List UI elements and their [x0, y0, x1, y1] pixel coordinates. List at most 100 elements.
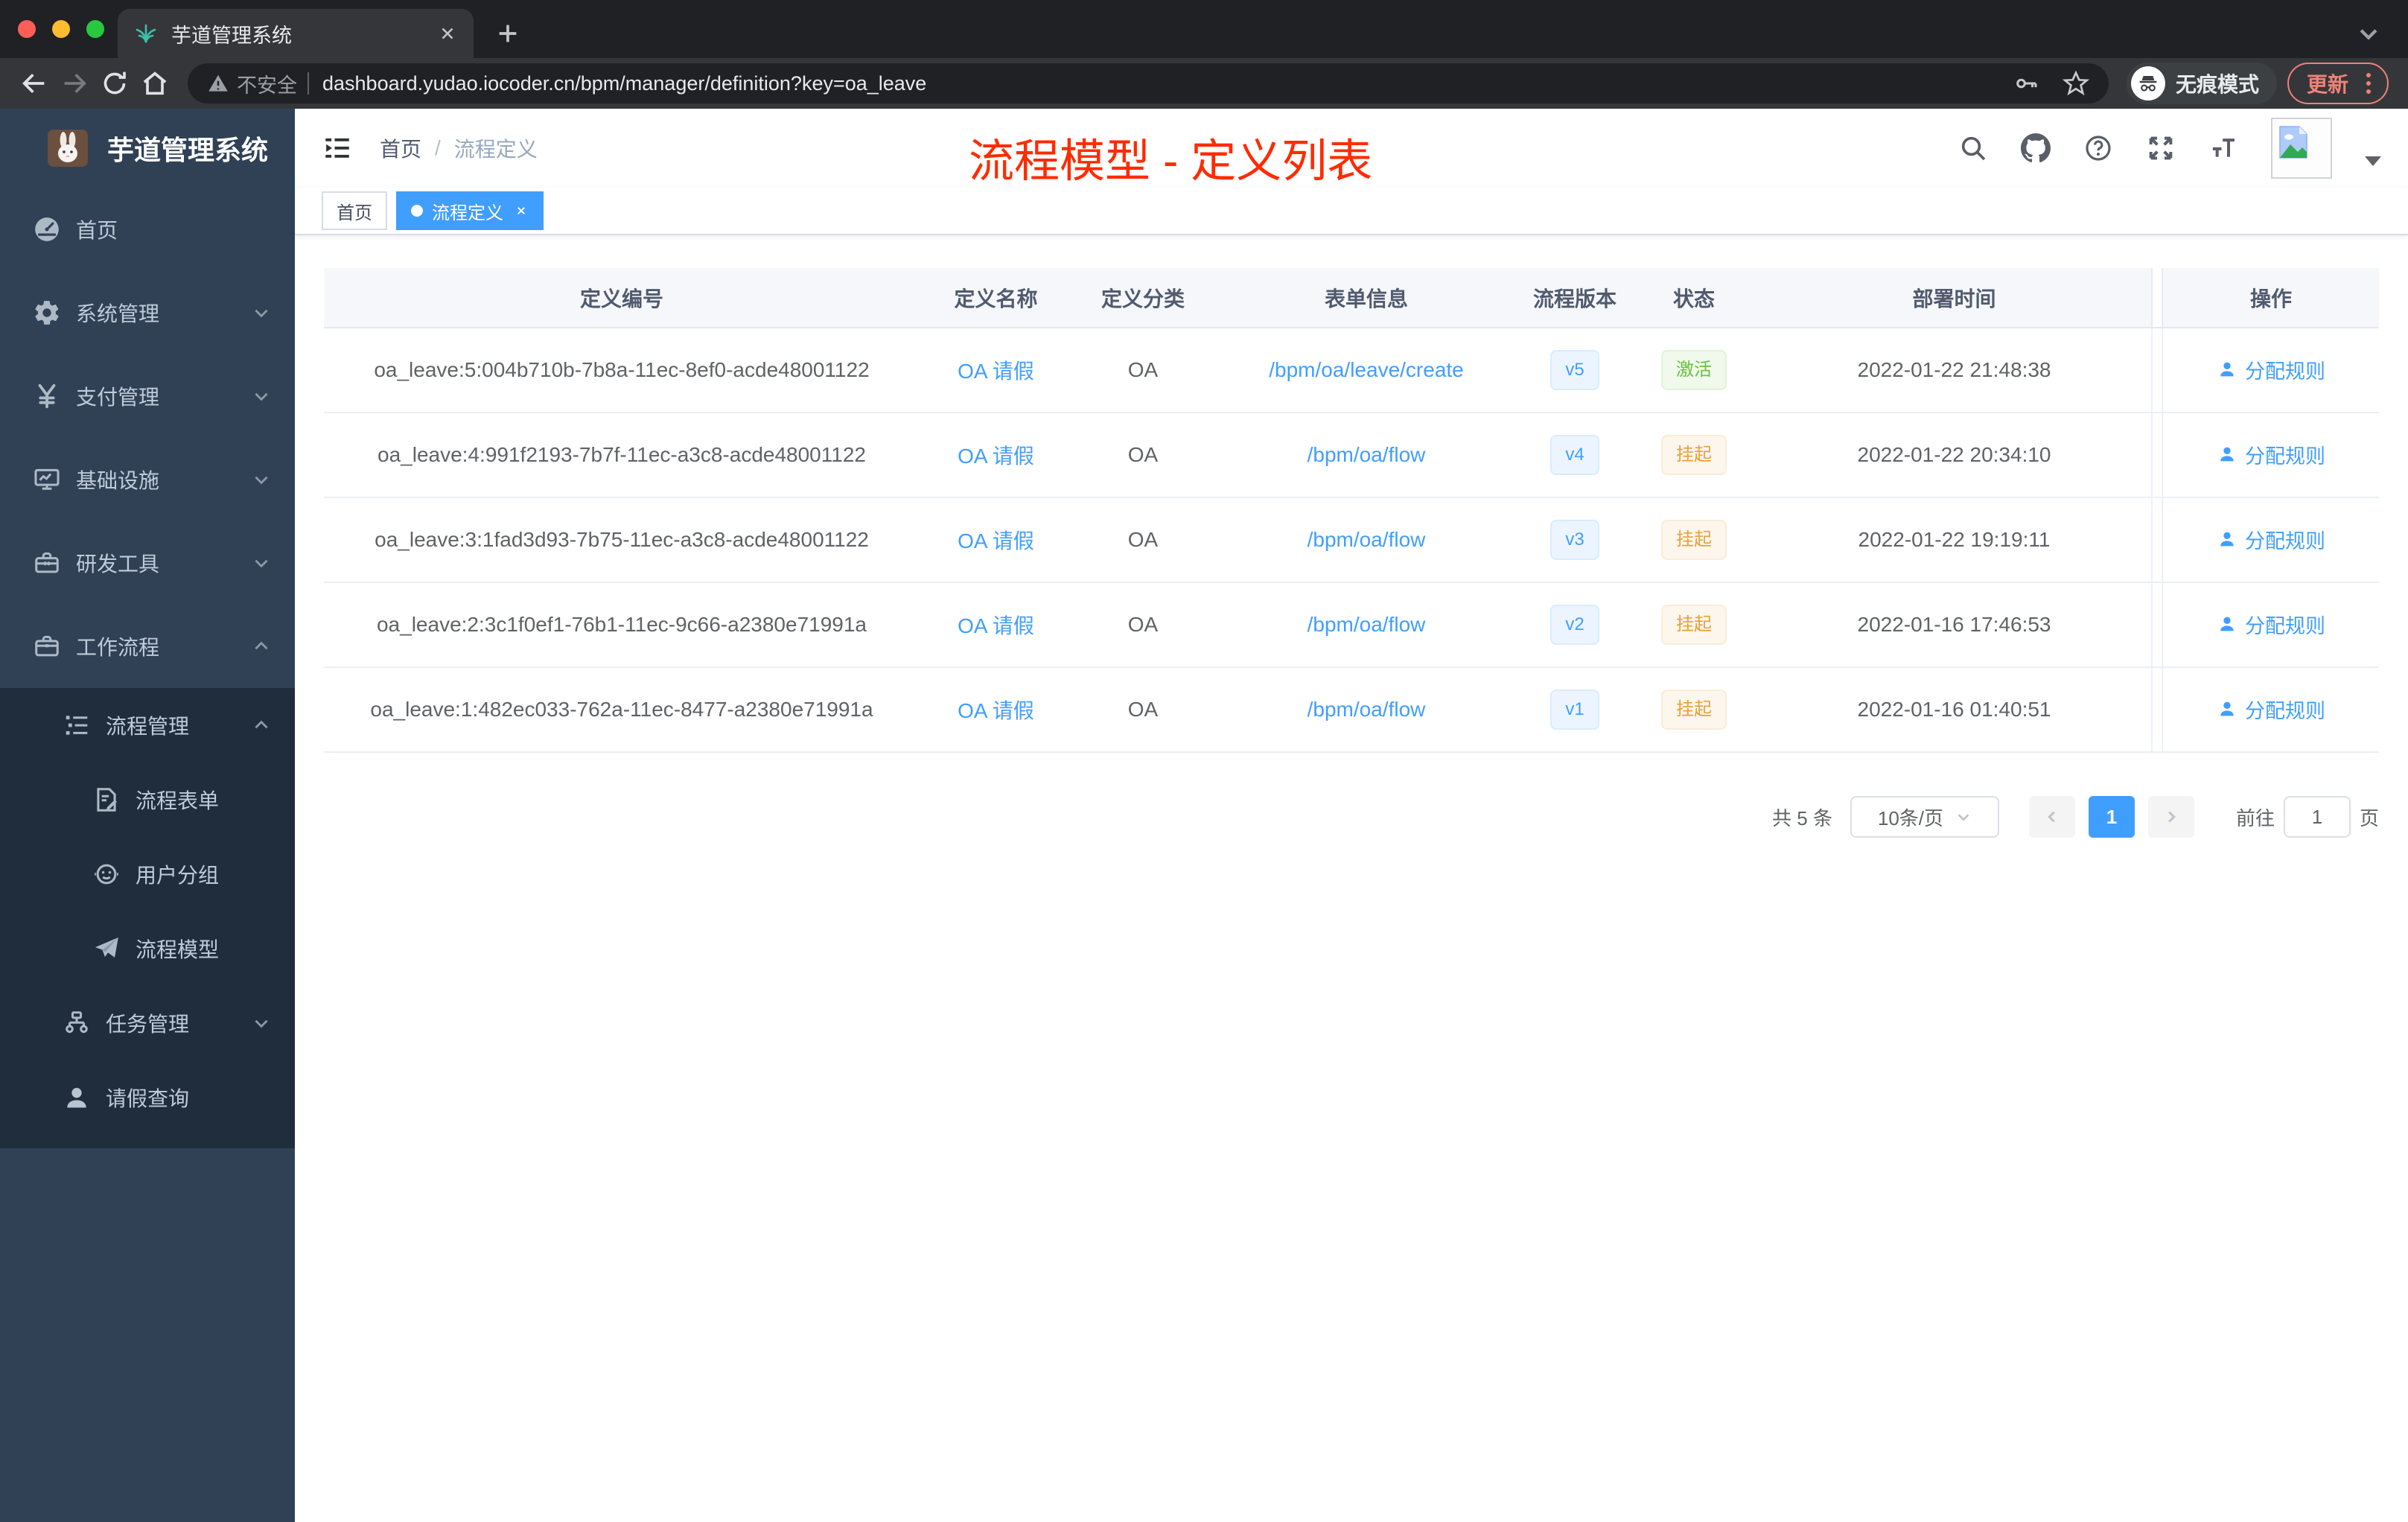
- table-row: oa_leave:1:482ec033-762a-11ec-8477-a2380…: [324, 667, 2379, 753]
- sidebar-item-infrastructure[interactable]: 基础设施: [0, 438, 295, 521]
- current-page-button[interactable]: 1: [2088, 796, 2135, 838]
- definition-name-link[interactable]: OA 请假: [958, 445, 1034, 468]
- definition-name-link[interactable]: OA 请假: [958, 529, 1034, 553]
- cell-deploy-time: 2022-01-22 20:34:10: [1757, 413, 2152, 498]
- form-link[interactable]: /bpm/oa/flow: [1307, 528, 1426, 551]
- robot-icon: [95, 864, 118, 885]
- kebab-menu-icon[interactable]: [2362, 73, 2375, 94]
- user-icon: [2220, 532, 2234, 547]
- sidebar-item-process-model[interactable]: 流程模型: [0, 911, 295, 986]
- monitor-icon: [34, 468, 60, 490]
- col-status: 状态: [1631, 268, 1757, 328]
- assign-rule-link[interactable]: 分配规则: [2217, 525, 2325, 554]
- status-badge: 挂起: [1661, 605, 1727, 645]
- page-unit-label: 页: [2359, 806, 2379, 830]
- cell-definition-id: oa_leave:4:991f2193-7b7f-11ec-a3c8-acde4…: [324, 413, 920, 498]
- browser-update-menu[interactable]: 更新: [2287, 63, 2389, 104]
- bookmark-star-icon[interactable]: [2062, 70, 2089, 97]
- definition-name-link[interactable]: OA 请假: [958, 699, 1034, 722]
- page-size-select[interactable]: 10条/页: [1850, 796, 1999, 838]
- tag-label: 首页: [337, 203, 372, 223]
- assign-rule-link[interactable]: 分配规则: [2217, 610, 2325, 639]
- user-icon: [2220, 617, 2234, 631]
- home-button[interactable]: [140, 69, 170, 98]
- sidebar-item-workflow[interactable]: 工作流程: [0, 605, 295, 688]
- active-dot: [411, 205, 423, 217]
- window-controls: [18, 20, 104, 38]
- incognito-label: 无痕模式: [2175, 73, 2259, 96]
- sidebar-item-system[interactable]: 系统管理: [0, 271, 295, 354]
- address-bar[interactable]: 不安全 dashboard.yudao.iocoder.cn/bpm/manag…: [188, 63, 2109, 104]
- sidebar-logo[interactable]: 芋道管理系统: [0, 109, 295, 188]
- cell-category: OA: [1072, 413, 1214, 498]
- reload-button[interactable]: [100, 69, 130, 98]
- tag-close-icon[interactable]: [514, 203, 529, 218]
- assign-rule-link[interactable]: 分配规则: [2217, 695, 2325, 724]
- form-link[interactable]: /bpm/oa/flow: [1307, 698, 1426, 721]
- sidebar-item-label: 基础设施: [76, 469, 160, 492]
- avatar[interactable]: [2271, 118, 2332, 179]
- col-deploy-time: 部署时间: [1757, 268, 2152, 328]
- sidebar-fold-icon[interactable]: [322, 133, 353, 164]
- next-page-button[interactable]: [2147, 796, 2194, 838]
- caret-down-icon[interactable]: [2365, 156, 2381, 166]
- sidebar-item-process-form[interactable]: 流程表单: [0, 762, 295, 837]
- sidebar-item-home[interactable]: 首页: [0, 188, 295, 271]
- goto-page-input[interactable]: [2283, 796, 2351, 838]
- cell-category: OA: [1072, 667, 1214, 753]
- new-tab-button[interactable]: [495, 21, 520, 46]
- tag-home[interactable]: 首页: [322, 191, 387, 230]
- sidebar-item-user-group[interactable]: 用户分组: [0, 837, 295, 911]
- incognito-badge: 无痕模式: [2126, 63, 2277, 104]
- sidebar-item-leave-query[interactable]: 请假查询: [0, 1060, 295, 1135]
- page-content: 定义编号 定义名称 定义分类 表单信息 流程版本 状态 部署时间 操作 oa_l…: [295, 235, 2408, 838]
- update-label: 更新: [2306, 73, 2348, 96]
- password-key-icon[interactable]: [2013, 70, 2040, 97]
- browser-tab[interactable]: 芋道管理系统: [118, 9, 474, 58]
- chevron-down-icon: [255, 1019, 268, 1028]
- assign-rule-link[interactable]: 分配规则: [2217, 355, 2325, 384]
- cell-category: OA: [1072, 497, 1214, 583]
- form-link[interactable]: /bpm/oa/flow: [1307, 443, 1426, 466]
- broken-image-icon: [2279, 126, 2307, 159]
- question-icon[interactable]: [2083, 133, 2113, 163]
- col-actions: 操作: [2162, 268, 2379, 328]
- form-edit-icon: [97, 788, 117, 812]
- breadcrumb-home[interactable]: 首页: [380, 133, 421, 163]
- navbar-actions: [1958, 118, 2381, 179]
- tag-process-definition[interactable]: 流程定义: [396, 191, 544, 230]
- search-icon[interactable]: [1958, 133, 1988, 163]
- version-badge: v4: [1550, 435, 1599, 475]
- window-zoom-button[interactable]: [86, 20, 104, 38]
- user-icon: [2220, 447, 2234, 462]
- font-size-icon[interactable]: [2208, 133, 2238, 163]
- github-icon[interactable]: [2021, 133, 2051, 163]
- assign-rule-link[interactable]: 分配规则: [2217, 440, 2325, 469]
- back-button[interactable]: [19, 69, 49, 98]
- sidebar-item-label: 支付管理: [76, 386, 160, 409]
- fullscreen-icon[interactable]: [2146, 133, 2176, 163]
- definition-name-link[interactable]: OA 请假: [958, 360, 1034, 383]
- sidebar-item-task-management[interactable]: 任务管理: [0, 986, 295, 1060]
- tab-title: 芋道管理系统: [171, 24, 292, 47]
- incognito-icon: [2130, 66, 2165, 101]
- user-icon: [67, 1088, 86, 1108]
- app-title: 芋道管理系统: [107, 135, 269, 165]
- col-definition-id: 定义编号: [324, 268, 920, 328]
- tab-search-chevron-icon[interactable]: [2356, 21, 2381, 46]
- tag-label: 流程定义: [432, 203, 503, 223]
- prev-page-button[interactable]: [2028, 796, 2075, 838]
- form-link[interactable]: /bpm/oa/flow: [1307, 613, 1426, 636]
- sidebar-item-process-management[interactable]: 流程管理: [0, 688, 295, 762]
- window-minimize-button[interactable]: [52, 20, 70, 38]
- form-link[interactable]: /bpm/oa/leave/create: [1269, 358, 1464, 381]
- sidebar-item-label: 研发工具: [76, 553, 160, 576]
- sidebar-item-payment[interactable]: 支付管理: [0, 354, 295, 438]
- definition-name-link[interactable]: OA 请假: [958, 614, 1034, 637]
- sidebar-item-dev-tools[interactable]: 研发工具: [0, 521, 295, 605]
- page-size-value: 10条/页: [1877, 806, 1944, 830]
- window-close-button[interactable]: [18, 20, 36, 38]
- forward-button[interactable]: [60, 69, 89, 98]
- tab-close-icon[interactable]: [438, 24, 457, 43]
- org-tree-icon: [66, 1011, 88, 1034]
